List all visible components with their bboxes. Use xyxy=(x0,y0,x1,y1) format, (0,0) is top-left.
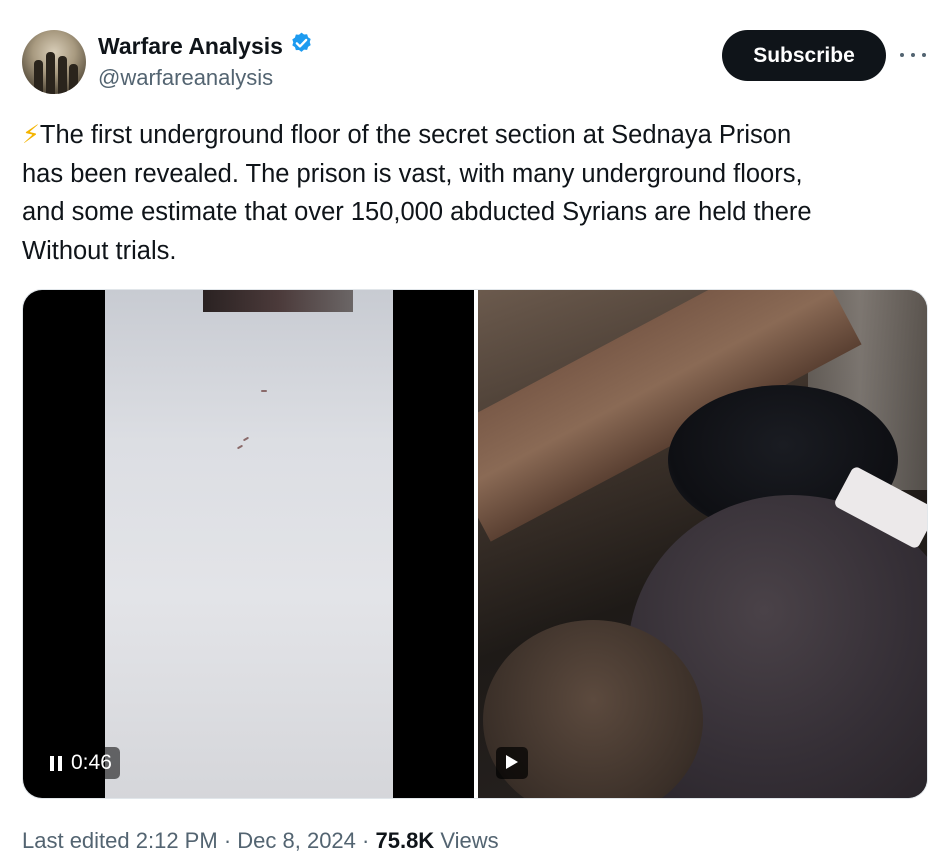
video-timer[interactable]: 0:46 xyxy=(40,747,120,779)
post-line: and some estimate that over 150,000 abdu… xyxy=(22,198,812,226)
author-row: Warfare Analysis xyxy=(98,31,314,61)
media-grid xyxy=(22,289,928,799)
post-text: ⚡The first underground floor of the secr… xyxy=(22,116,922,270)
post-line: ⚡The first underground floor of the secr… xyxy=(22,121,792,149)
verified-badge-icon xyxy=(289,31,314,61)
author-handle[interactable]: @warfareanalysis xyxy=(98,64,273,92)
play-button[interactable] xyxy=(496,747,528,779)
author-name[interactable]: Warfare Analysis xyxy=(98,32,283,60)
video-right[interactable] xyxy=(478,290,927,798)
lightning-icon: ⚡ xyxy=(22,121,40,149)
avatar[interactable] xyxy=(22,30,86,94)
post-meta: Last edited 2:12 PM · Dec 8, 2024 · 75.8… xyxy=(22,828,499,853)
edited-timestamp[interactable]: Last edited 2:12 PM xyxy=(22,828,218,853)
post-line: Without trials. xyxy=(22,236,177,265)
post-line: has been revealed. The prison is vast, w… xyxy=(22,159,803,188)
timer-label: 0:46 xyxy=(71,751,112,774)
pause-icon[interactable] xyxy=(50,755,62,771)
video-frame-wall xyxy=(105,290,393,798)
subscribe-button[interactable]: Subscribe xyxy=(722,30,886,81)
play-icon xyxy=(505,754,519,773)
more-options-icon[interactable] xyxy=(900,43,926,67)
views-count: 75.8K xyxy=(375,828,435,853)
post-date[interactable]: Dec 8, 2024 xyxy=(237,828,356,853)
views-label: Views xyxy=(440,828,499,853)
video-left[interactable] xyxy=(23,290,474,798)
